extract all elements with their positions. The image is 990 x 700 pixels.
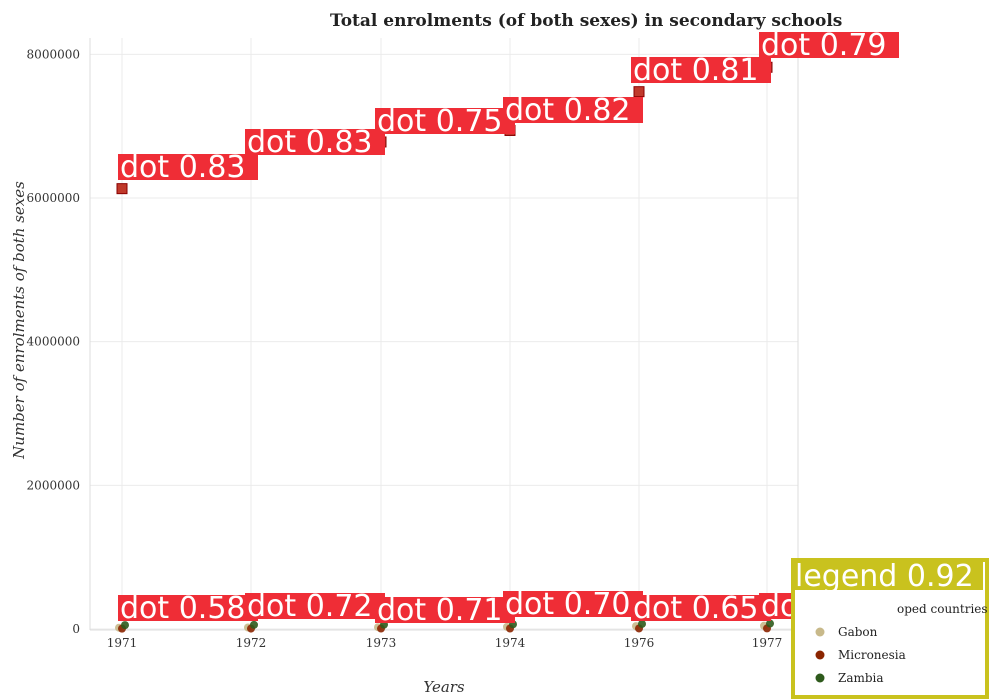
legend-marker (815, 650, 825, 660)
overlay-label-top: dot 0.83 (120, 150, 246, 185)
data-points (115, 61, 774, 633)
x-tick-label: 1974 (495, 636, 526, 650)
x-tick-label: 1976 (624, 636, 655, 650)
overlay-label-bottom: dot 0.58 (120, 591, 246, 626)
chart-canvas: Total enrolments (of both sexes) in seco… (10, 11, 989, 699)
x-tick-label: 1971 (107, 636, 138, 650)
overlay-label-top: dot 0.81 (633, 53, 759, 88)
y-tick-label: 0 (72, 622, 80, 636)
y-axis-label: Number of enrolments of both sexes (10, 181, 28, 460)
overlay-label-top: dot 0.75 (377, 104, 503, 139)
y-tick-label: 2000000 (27, 478, 80, 492)
overlay-label-bottom: dot 0.65 (633, 591, 759, 626)
y-tick-label: 8000000 (27, 47, 80, 61)
legend: legend 0.92 oped countries Gabon Micronesia… (791, 558, 989, 699)
legend-overlay-label: legend 0.92 (795, 559, 974, 594)
overlay-label-bottom: dot 0.70 (505, 587, 631, 622)
overlay-label-bottom: dot 0.71 (377, 593, 503, 628)
overlay-label-top: dot 0.82 (505, 93, 631, 128)
y-tick-label: 6000000 (27, 191, 80, 205)
legend-label: oped countries (897, 602, 988, 616)
point-least-developed-countries (633, 86, 645, 98)
legend-marker (815, 627, 825, 637)
legend-marker (815, 673, 825, 683)
overlay-label-top: dot 0.79 (761, 28, 887, 63)
y-tick-labels: 0 2000000 4000000 6000000 8000000 (27, 47, 80, 636)
x-tick-label: 1972 (236, 636, 267, 650)
legend-label: Micronesia (838, 648, 906, 662)
annotation-overlays: dot 0.83dot 0.83dot 0.75 dot 0.82dot 0.81… (118, 28, 899, 628)
overlay-label-bottom: dot 0.72 (247, 589, 373, 624)
point-least-developed-countries (116, 183, 128, 195)
x-tick-labels: 1971 1972 1973 1974 1976 1977 (107, 636, 783, 650)
x-axis-label: Years (423, 678, 465, 696)
y-tick-label: 4000000 (27, 335, 80, 349)
overlay-label-top: dot 0.83 (247, 125, 373, 160)
x-tick-label: 1977 (752, 636, 783, 650)
legend-label: Gabon (838, 625, 878, 639)
x-tick-label: 1973 (366, 636, 397, 650)
legend-label: Zambia (838, 671, 884, 685)
